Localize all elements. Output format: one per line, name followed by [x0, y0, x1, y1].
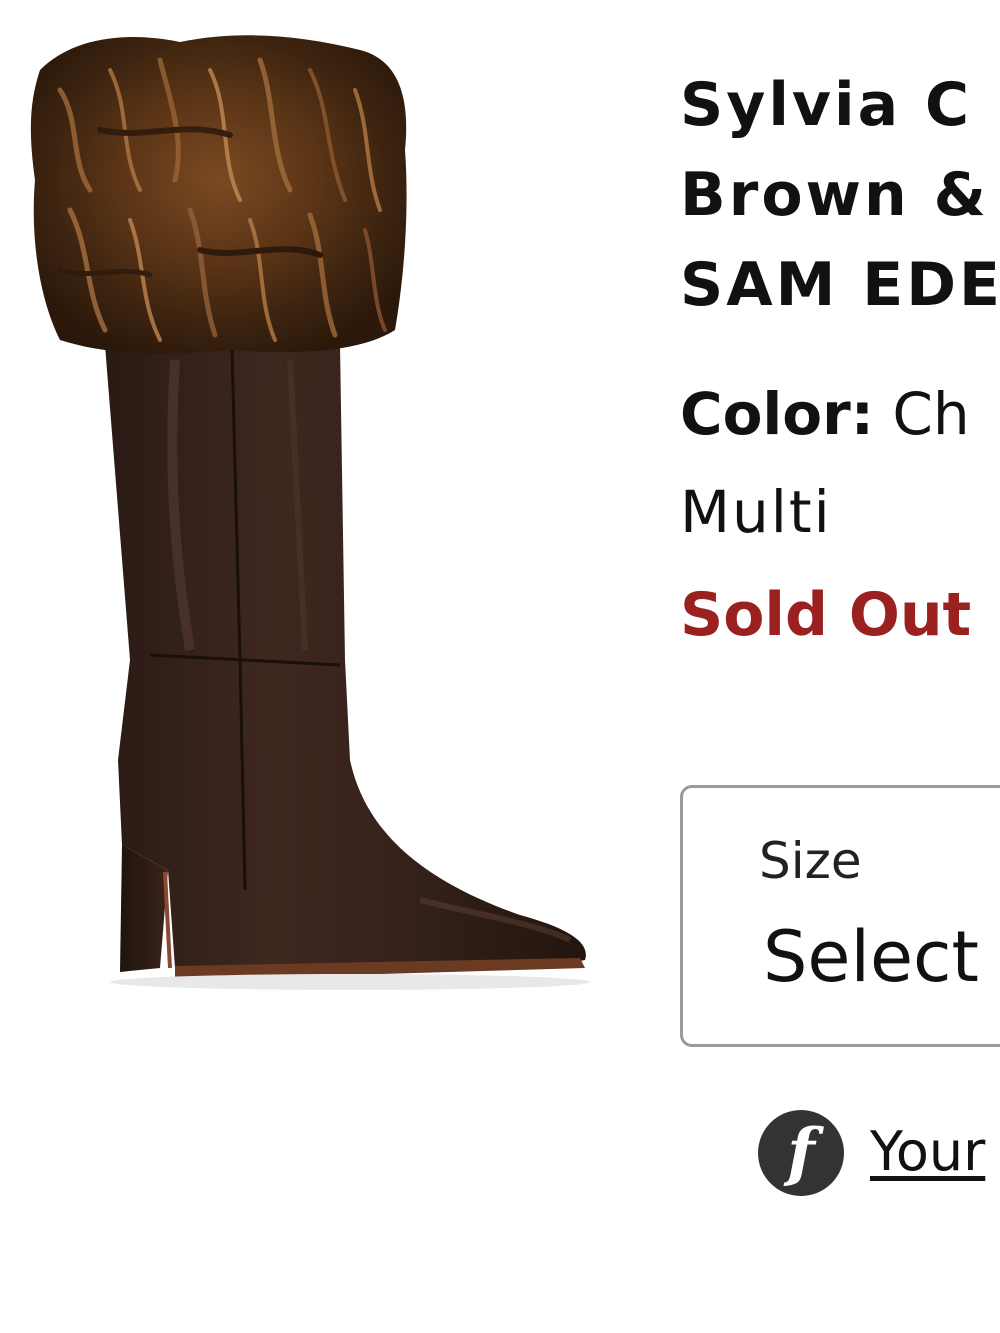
size-select-value: Select: [763, 916, 979, 998]
color-label: Color:: [680, 380, 874, 448]
product-color: Color: Ch Multi: [680, 365, 970, 561]
product-image[interactable]: [0, 0, 640, 1040]
color-value-continued: Multi: [680, 478, 832, 546]
promo-link[interactable]: Your: [870, 1120, 985, 1183]
product-title: Sylvia C Brown & SAM EDE: [680, 60, 1000, 330]
product-title-line: Brown &: [680, 160, 989, 230]
size-select[interactable]: Size Select: [680, 785, 1000, 1047]
f-logo-icon: f: [758, 1110, 844, 1196]
product-title-line: SAM EDE: [680, 250, 1000, 320]
boot-illustration: [30, 35, 590, 990]
color-value: Ch: [892, 380, 970, 448]
stock-status: Sold Out: [680, 580, 972, 650]
product-title-line: Sylvia C: [680, 70, 972, 140]
size-select-label: Size: [759, 832, 862, 890]
product-details: Sylvia C Brown & SAM EDE Color: Ch Multi…: [680, 60, 1000, 1333]
